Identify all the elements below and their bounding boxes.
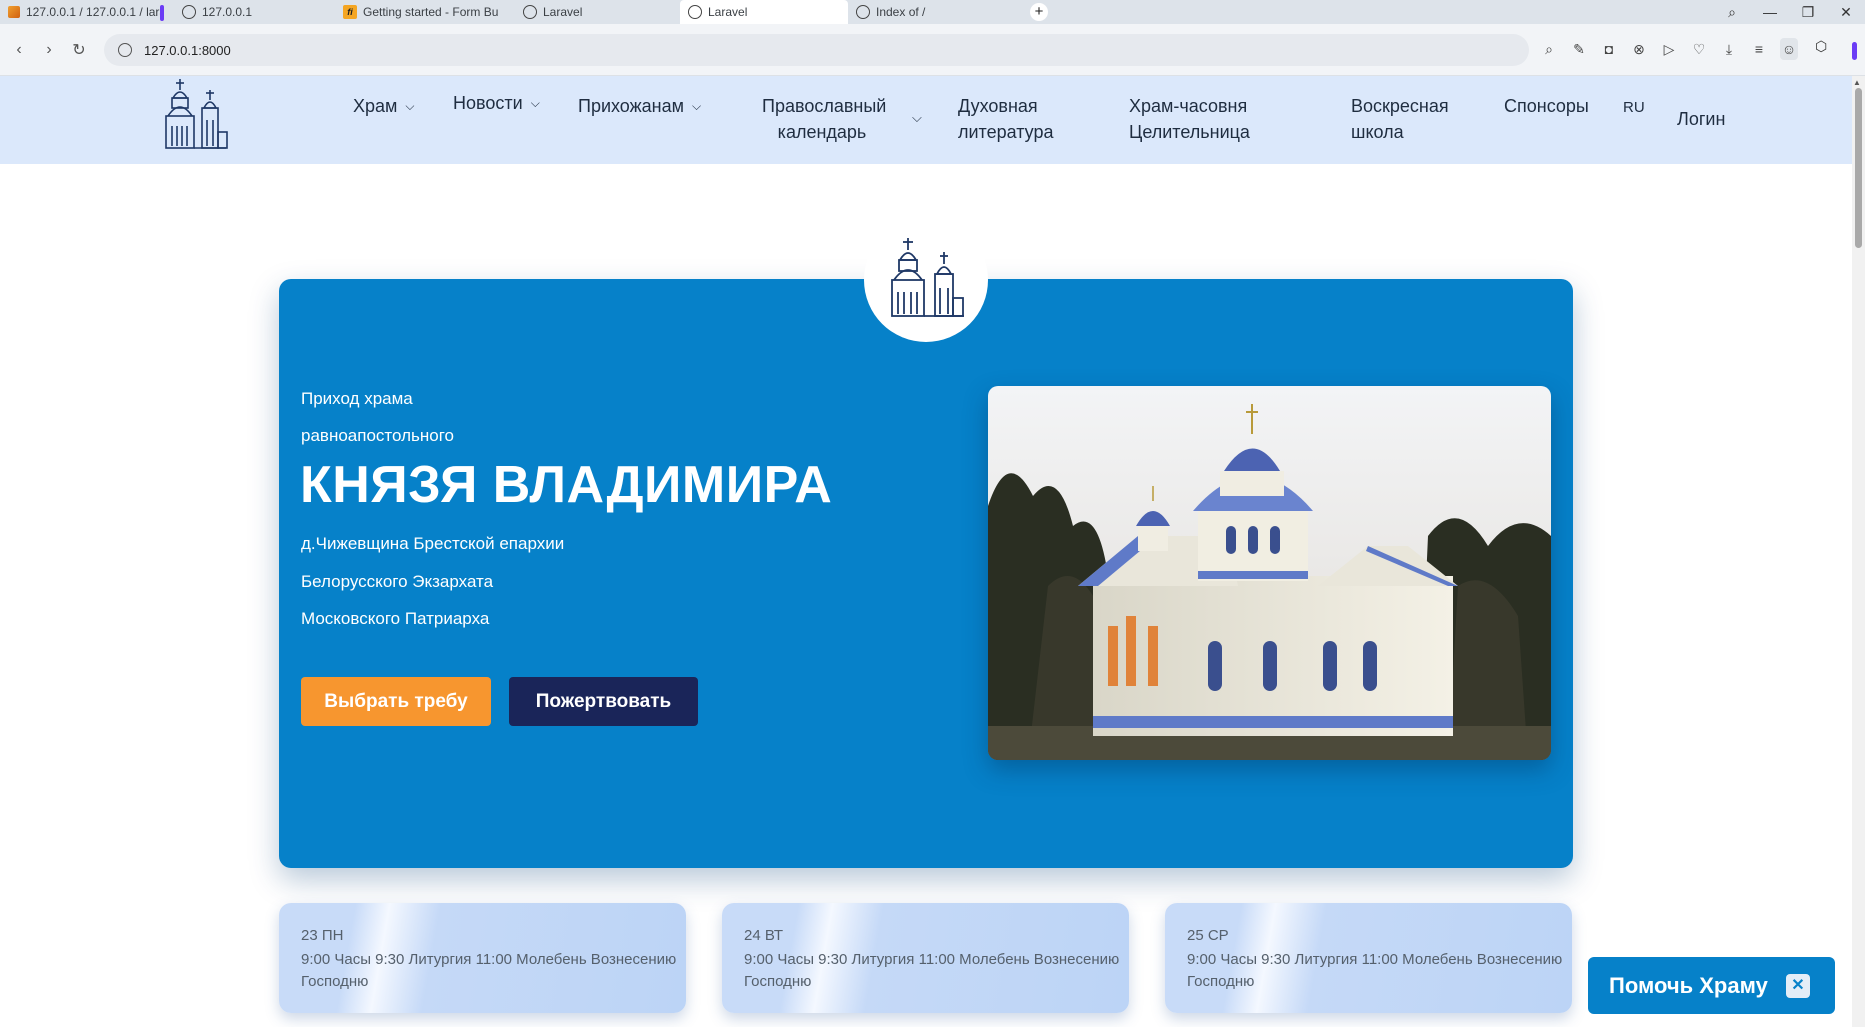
choose-treba-button[interactable]: Выбрать требу [301,677,491,726]
browser-toolbar: ‹ › ↻ 127.0.0.1:8000 ⌕ ✎ ◘ ⊗ ▷ ♡ ⤓ ≡ ☺ ⬡ [0,24,1865,76]
site-header: Храм ⌵ Новости ⌵ Прихожанам ⌵ Православный … [0,76,1852,164]
profile-icon[interactable]: ☺ [1780,38,1798,60]
heart-icon[interactable]: ♡ [1690,38,1708,60]
menu-icon[interactable]: ≡ [1750,38,1768,60]
block-icon[interactable]: ⊗ [1630,38,1648,60]
tab-search-icon[interactable]: ⌕ [1713,4,1751,21]
hero-patriarchate: Московского Патриарха [301,609,490,628]
chevron-down-icon: ⌵ [530,96,540,110]
browser-tab[interactable]: 127.0.0.1 [160,1,335,23]
chevron-down-icon: ⌵ [692,99,702,113]
schedule-services: 9:00 Часы 9:30 Литургия 11:00 Молебень В… [1187,951,1563,990]
nav-parishioners[interactable]: Прихожанам ⌵ [578,93,701,119]
schedule-services: 9:00 Часы 9:30 Литургия 11:00 Молебень В… [744,951,1120,990]
church-logo-icon [891,238,964,317]
help-temple-widget[interactable]: Помочь Храму ✕ [1588,957,1835,1014]
church-photo [988,386,1551,760]
toolbar-icons: ⌕ ✎ ◘ ⊗ ▷ ♡ ⤓ ≡ ☺ [1540,38,1798,60]
site-info-icon[interactable] [118,43,132,57]
back-icon[interactable]: ‹ [4,41,34,59]
reload-icon[interactable]: ↻ [64,40,94,60]
chevron-down-icon[interactable]: ⌵ [912,110,922,126]
hero-subtitle-2: равноапостольного [301,426,454,445]
nav-news[interactable]: Новости ⌵ [453,90,540,116]
chevron-down-icon: ⌵ [405,99,415,113]
browser-tab-active[interactable]: Laravel [680,0,848,24]
nav-calendar[interactable]: Православный календарь [762,93,886,145]
help-temple-label[interactable]: Помочь Храму [1609,973,1768,999]
url-field[interactable]: 127.0.0.1:8000 [104,34,1529,66]
formbuilder-icon: fi [343,5,357,19]
globe-icon [523,5,537,19]
restore-button[interactable]: ❐ [1789,4,1827,21]
schedule-date: 23 ПН [301,927,344,944]
close-window-button[interactable]: ✕ [1827,4,1865,21]
tab-group-marker [160,5,164,21]
nav-sponsors[interactable]: Спонсоры [1504,93,1589,119]
browser-tab[interactable]: Index of / [848,1,1018,23]
sidebar-accent [1852,42,1857,60]
window-controls: ⌕ — ❐ ✕ [1713,0,1865,24]
language-switch[interactable]: RU [1623,95,1645,121]
extension-icon[interactable]: ⬡ [1815,38,1827,55]
browser-tab[interactable]: Laravel [515,1,680,23]
schedule-card[interactable]: 25 СР 9:00 Часы 9:30 Литургия 11:00 Моле… [1165,903,1572,1013]
hero-subtitle-1: Приход храма [301,389,413,408]
church-photo-illustration [988,386,1551,760]
donate-button[interactable]: Пожертвовать [509,677,698,726]
scroll-up-icon[interactable]: ▲ [1853,78,1861,87]
globe-icon [688,5,702,19]
nav-sunday-school[interactable]: Воскресная школа [1351,93,1449,145]
schedule-card[interactable]: 23 ПН 9:00 Часы 9:30 Литургия 11:00 Моле… [279,903,686,1013]
scrollbar-thumb[interactable] [1855,88,1862,248]
schedule-card[interactable]: 24 ВТ 9:00 Часы 9:30 Литургия 11:00 Моле… [722,903,1129,1013]
schedule-services: 9:00 Часы 9:30 Литургия 11:00 Молебень В… [301,951,677,990]
globe-icon [182,5,196,19]
minimize-button[interactable]: — [1751,4,1789,20]
zoom-icon[interactable]: ⌕ [1540,38,1558,60]
nav-temple[interactable]: Храм ⌵ [353,93,415,119]
play-icon[interactable]: ▷ [1660,38,1678,60]
schedule-date: 24 ВТ [744,927,784,944]
church-logo-icon[interactable] [160,76,230,152]
hero-exarchate: Белорусского Экзархата [301,572,494,591]
browser-tab-bar: 127.0.0.1 / 127.0.0.1 / lara 127.0.0.1 f… [0,0,1865,24]
hero-title: КНЯЗЯ ВЛАДИМИРА [300,456,833,514]
hero-location: д.Чижевщина Брестской епархии [301,534,565,553]
nav-chapel[interactable]: Храм-часовня Целительница [1129,93,1250,145]
schedule-date: 25 СР [1187,927,1229,944]
new-tab-button[interactable]: + [1030,3,1048,21]
globe-icon [856,5,870,19]
hero-logo-badge [864,218,988,342]
browser-tab[interactable]: fi Getting started - Form Bu [335,1,515,23]
edit-icon[interactable]: ✎ [1570,38,1588,60]
forward-icon[interactable]: › [34,41,64,59]
browser-tab[interactable]: 127.0.0.1 / 127.0.0.1 / lara [0,1,160,23]
camera-icon[interactable]: ◘ [1600,38,1618,60]
close-icon[interactable]: ✕ [1786,974,1810,998]
nav-login[interactable]: Логин [1677,106,1725,132]
url-text[interactable]: 127.0.0.1:8000 [144,43,231,58]
nav-literature[interactable]: Духовная литература [958,93,1054,145]
phpmyadmin-icon [8,6,20,18]
download-icon[interactable]: ⤓ [1720,38,1738,60]
